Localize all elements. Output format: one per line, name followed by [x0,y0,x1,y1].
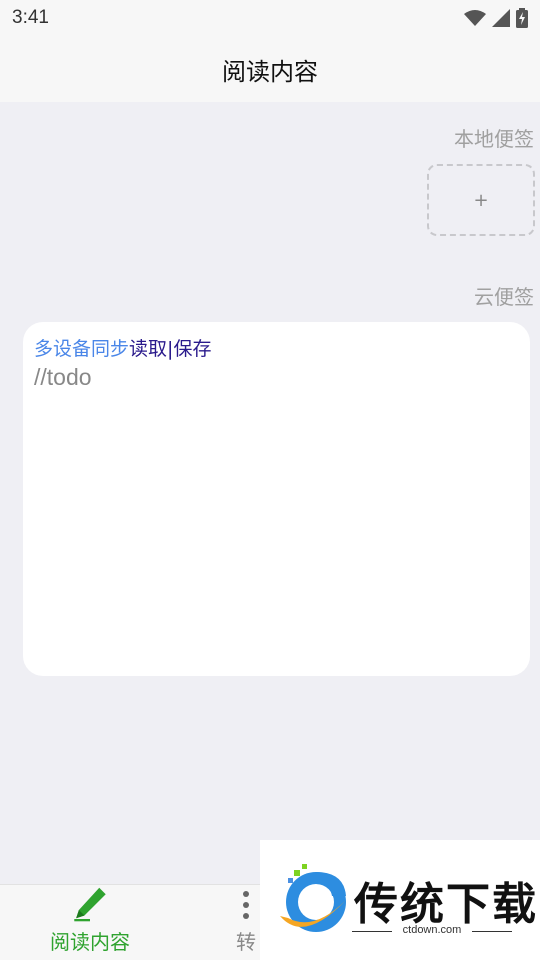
local-notes-label: 本地便签 [454,127,534,151]
cloud-note-card: 多设备同步读取|保存 //todo [23,322,530,676]
page-title: 阅读内容 [222,57,318,86]
nav-item-label: 阅读内容 [50,930,130,954]
pen-icon [74,887,106,922]
status-bar: 3:41 [0,0,540,36]
nav-item-read-content[interactable]: 阅读内容 [30,885,150,960]
plus-icon: + [473,189,489,211]
watermark-title: 传统下载 [354,879,538,930]
watermark-logo [280,864,346,932]
add-local-note-button[interactable]: + [427,164,535,236]
nav-item-label: 转 [236,930,256,954]
save-button[interactable]: 保存 [173,338,211,360]
battery-charging-icon [516,8,528,28]
cellular-signal-icon [492,9,510,27]
status-time: 3:41 [12,7,49,28]
multi-device-sync-text: 多设备同步 [34,338,130,360]
more-icon [243,891,249,919]
wifi-icon [464,10,486,26]
cloud-note-actions: 多设备同步读取|保存 [34,336,519,362]
status-icons [464,8,528,28]
watermark-divider-right [472,931,512,932]
cloud-note-content[interactable]: //todo [34,364,519,391]
app-bar: 阅读内容 [0,36,540,102]
watermark-subtitle: ctdown.com [402,924,462,936]
cloud-notes-label: 云便签 [474,285,534,309]
read-button[interactable]: 读取 [129,338,167,360]
watermark-overlay: 传统下载 ctdown.com [260,840,540,960]
